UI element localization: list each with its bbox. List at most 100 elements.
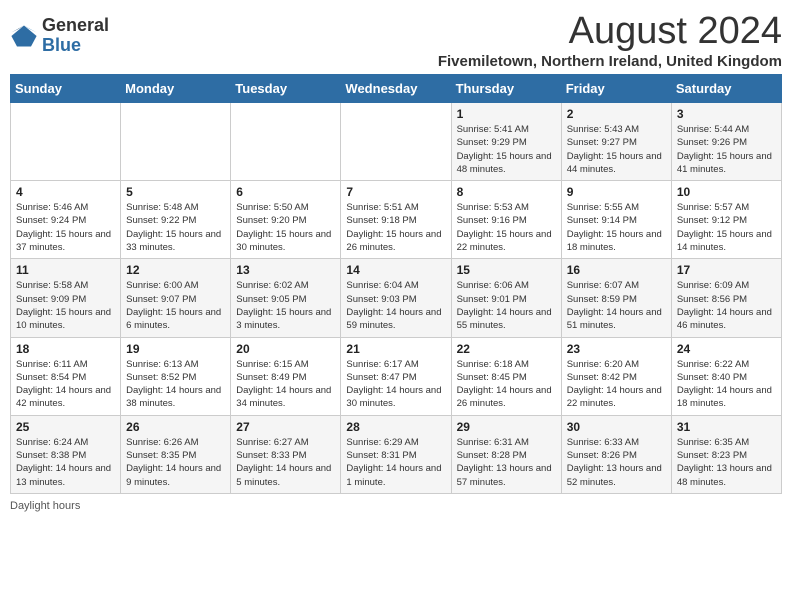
calendar-day-header: Saturday bbox=[671, 75, 781, 103]
day-info: Sunrise: 6:15 AM Sunset: 8:49 PM Dayligh… bbox=[236, 358, 335, 411]
daylight-hours-label: Daylight hours bbox=[10, 500, 80, 512]
day-info: Sunrise: 6:02 AM Sunset: 9:05 PM Dayligh… bbox=[236, 279, 335, 332]
day-number: 3 bbox=[677, 107, 776, 121]
day-info: Sunrise: 6:29 AM Sunset: 8:31 PM Dayligh… bbox=[346, 436, 445, 489]
page-header: General Blue August 2024 Fivemiletown, N… bbox=[10, 10, 782, 70]
day-info: Sunrise: 6:24 AM Sunset: 8:38 PM Dayligh… bbox=[16, 436, 115, 489]
day-number: 17 bbox=[677, 263, 776, 277]
day-number: 20 bbox=[236, 342, 335, 356]
calendar-cell: 23 Sunrise: 6:20 AM Sunset: 8:42 PM Dayli… bbox=[561, 337, 671, 415]
calendar-cell: 30 Sunrise: 6:33 AM Sunset: 8:26 PM Dayli… bbox=[561, 415, 671, 493]
day-info: Sunrise: 6:20 AM Sunset: 8:42 PM Dayligh… bbox=[567, 358, 666, 411]
calendar-table: SundayMondayTuesdayWednesdayThursdayFrid… bbox=[10, 74, 782, 494]
calendar-cell bbox=[341, 103, 451, 181]
calendar-cell: 3 Sunrise: 5:44 AM Sunset: 9:26 PM Daylig… bbox=[671, 103, 781, 181]
day-number: 30 bbox=[567, 420, 666, 434]
calendar-cell: 17 Sunrise: 6:09 AM Sunset: 8:56 PM Dayli… bbox=[671, 259, 781, 337]
calendar-day-header: Monday bbox=[121, 75, 231, 103]
day-info: Sunrise: 6:11 AM Sunset: 8:54 PM Dayligh… bbox=[16, 358, 115, 411]
calendar-cell: 1Sunrise: 5:41 AM Sunset: 9:29 PM Daylig… bbox=[451, 103, 561, 181]
calendar-week-row: 4Sunrise: 5:46 AM Sunset: 9:24 PM Daylig… bbox=[11, 181, 782, 259]
day-info: Sunrise: 6:09 AM Sunset: 8:56 PM Dayligh… bbox=[677, 279, 776, 332]
day-info: Sunrise: 6:07 AM Sunset: 8:59 PM Dayligh… bbox=[567, 279, 666, 332]
calendar-cell: 21 Sunrise: 6:17 AM Sunset: 8:47 PM Dayli… bbox=[341, 337, 451, 415]
calendar-cell: 8Sunrise: 5:53 AM Sunset: 9:16 PM Daylig… bbox=[451, 181, 561, 259]
calendar-cell: 14 Sunrise: 6:04 AM Sunset: 9:03 PM Dayli… bbox=[341, 259, 451, 337]
day-number: 10 bbox=[677, 185, 776, 199]
day-number: 23 bbox=[567, 342, 666, 356]
calendar-cell: 29 Sunrise: 6:31 AM Sunset: 8:28 PM Dayli… bbox=[451, 415, 561, 493]
day-number: 26 bbox=[126, 420, 225, 434]
day-number: 21 bbox=[346, 342, 445, 356]
calendar-cell: 11 Sunrise: 5:58 AM Sunset: 9:09 PM Dayli… bbox=[11, 259, 121, 337]
day-number: 31 bbox=[677, 420, 776, 434]
calendar-day-header: Tuesday bbox=[231, 75, 341, 103]
day-info: Sunrise: 6:13 AM Sunset: 8:52 PM Dayligh… bbox=[126, 358, 225, 411]
calendar-cell: 10 Sunrise: 5:57 AM Sunset: 9:12 PM Dayli… bbox=[671, 181, 781, 259]
calendar-cell: 4Sunrise: 5:46 AM Sunset: 9:24 PM Daylig… bbox=[11, 181, 121, 259]
day-info: Sunrise: 5:43 AM Sunset: 9:27 PM Dayligh… bbox=[567, 123, 666, 176]
calendar-cell: 22 Sunrise: 6:18 AM Sunset: 8:45 PM Dayli… bbox=[451, 337, 561, 415]
day-number: 13 bbox=[236, 263, 335, 277]
calendar-cell: 19 Sunrise: 6:13 AM Sunset: 8:52 PM Dayli… bbox=[121, 337, 231, 415]
calendar-cell: 12 Sunrise: 6:00 AM Sunset: 9:07 PM Dayli… bbox=[121, 259, 231, 337]
calendar-cell: 18 Sunrise: 6:11 AM Sunset: 8:54 PM Dayli… bbox=[11, 337, 121, 415]
calendar-cell: 6Sunrise: 5:50 AM Sunset: 9:20 PM Daylig… bbox=[231, 181, 341, 259]
day-info: Sunrise: 6:33 AM Sunset: 8:26 PM Dayligh… bbox=[567, 436, 666, 489]
calendar-week-row: 11 Sunrise: 5:58 AM Sunset: 9:09 PM Dayli… bbox=[11, 259, 782, 337]
calendar-cell: 5Sunrise: 5:48 AM Sunset: 9:22 PM Daylig… bbox=[121, 181, 231, 259]
day-info: Sunrise: 5:46 AM Sunset: 9:24 PM Dayligh… bbox=[16, 201, 115, 254]
day-info: Sunrise: 6:17 AM Sunset: 8:47 PM Dayligh… bbox=[346, 358, 445, 411]
calendar-cell: 15Sunrise: 6:06 AM Sunset: 9:01 PM Dayli… bbox=[451, 259, 561, 337]
calendar-day-header: Thursday bbox=[451, 75, 561, 103]
calendar-cell: 7 Sunrise: 5:51 AM Sunset: 9:18 PM Daylig… bbox=[341, 181, 451, 259]
day-info: Sunrise: 6:35 AM Sunset: 8:23 PM Dayligh… bbox=[677, 436, 776, 489]
day-info: Sunrise: 5:57 AM Sunset: 9:12 PM Dayligh… bbox=[677, 201, 776, 254]
day-number: 12 bbox=[126, 263, 225, 277]
day-info: Sunrise: 6:27 AM Sunset: 8:33 PM Dayligh… bbox=[236, 436, 335, 489]
day-number: 11 bbox=[16, 263, 115, 277]
calendar-cell: 24Sunrise: 6:22 AM Sunset: 8:40 PM Dayli… bbox=[671, 337, 781, 415]
day-number: 24 bbox=[677, 342, 776, 356]
day-info: Sunrise: 6:31 AM Sunset: 8:28 PM Dayligh… bbox=[457, 436, 556, 489]
logo-text: General Blue bbox=[42, 16, 109, 56]
day-number: 19 bbox=[126, 342, 225, 356]
day-info: Sunrise: 5:51 AM Sunset: 9:18 PM Dayligh… bbox=[346, 201, 445, 254]
day-info: Sunrise: 5:44 AM Sunset: 9:26 PM Dayligh… bbox=[677, 123, 776, 176]
calendar-day-header: Sunday bbox=[11, 75, 121, 103]
day-info: Sunrise: 6:26 AM Sunset: 8:35 PM Dayligh… bbox=[126, 436, 225, 489]
calendar-cell: 27Sunrise: 6:27 AM Sunset: 8:33 PM Dayli… bbox=[231, 415, 341, 493]
calendar-week-row: 1Sunrise: 5:41 AM Sunset: 9:29 PM Daylig… bbox=[11, 103, 782, 181]
calendar-cell: 20 Sunrise: 6:15 AM Sunset: 8:49 PM Dayli… bbox=[231, 337, 341, 415]
day-info: Sunrise: 5:53 AM Sunset: 9:16 PM Dayligh… bbox=[457, 201, 556, 254]
day-number: 14 bbox=[346, 263, 445, 277]
calendar-day-header: Friday bbox=[561, 75, 671, 103]
day-info: Sunrise: 6:00 AM Sunset: 9:07 PM Dayligh… bbox=[126, 279, 225, 332]
day-number: 6 bbox=[236, 185, 335, 199]
logo-icon bbox=[10, 22, 38, 50]
subtitle: Fivemiletown, Northern Ireland, United K… bbox=[438, 53, 782, 70]
day-number: 29 bbox=[457, 420, 556, 434]
day-number: 9 bbox=[567, 185, 666, 199]
day-number: 5 bbox=[126, 185, 225, 199]
calendar-cell: 31 Sunrise: 6:35 AM Sunset: 8:23 PM Dayli… bbox=[671, 415, 781, 493]
calendar-cell: 9 Sunrise: 5:55 AM Sunset: 9:14 PM Daylig… bbox=[561, 181, 671, 259]
calendar-cell: 25 Sunrise: 6:24 AM Sunset: 8:38 PM Dayli… bbox=[11, 415, 121, 493]
day-number: 18 bbox=[16, 342, 115, 356]
day-info: Sunrise: 5:58 AM Sunset: 9:09 PM Dayligh… bbox=[16, 279, 115, 332]
footer: Daylight hours bbox=[10, 500, 782, 512]
calendar-cell: 13 Sunrise: 6:02 AM Sunset: 9:05 PM Dayli… bbox=[231, 259, 341, 337]
day-number: 25 bbox=[16, 420, 115, 434]
calendar-week-row: 18 Sunrise: 6:11 AM Sunset: 8:54 PM Dayli… bbox=[11, 337, 782, 415]
day-number: 7 bbox=[346, 185, 445, 199]
calendar-week-row: 25 Sunrise: 6:24 AM Sunset: 8:38 PM Dayli… bbox=[11, 415, 782, 493]
day-number: 22 bbox=[457, 342, 556, 356]
day-number: 15 bbox=[457, 263, 556, 277]
calendar-cell: 16Sunrise: 6:07 AM Sunset: 8:59 PM Dayli… bbox=[561, 259, 671, 337]
logo: General Blue bbox=[10, 16, 109, 56]
calendar-day-header: Wednesday bbox=[341, 75, 451, 103]
day-info: Sunrise: 5:41 AM Sunset: 9:29 PM Dayligh… bbox=[457, 123, 556, 176]
day-info: Sunrise: 5:55 AM Sunset: 9:14 PM Dayligh… bbox=[567, 201, 666, 254]
day-info: Sunrise: 6:04 AM Sunset: 9:03 PM Dayligh… bbox=[346, 279, 445, 332]
day-info: Sunrise: 6:18 AM Sunset: 8:45 PM Dayligh… bbox=[457, 358, 556, 411]
